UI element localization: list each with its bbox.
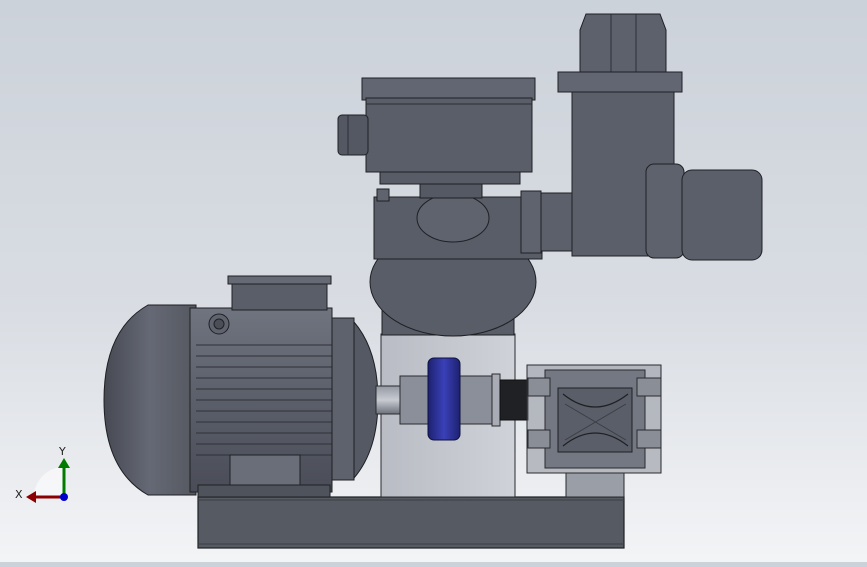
x-axis-label: X bbox=[15, 488, 23, 501]
pump-head[interactable] bbox=[526, 364, 662, 498]
base-plate[interactable] bbox=[197, 496, 625, 549]
control-box[interactable] bbox=[337, 77, 536, 199]
model-canvas[interactable]: Y X bbox=[0, 0, 867, 562]
flange-ring bbox=[491, 373, 529, 427]
coordinate-triad: Y X bbox=[15, 445, 70, 503]
lifting-eye-icon bbox=[208, 313, 230, 335]
y-axis-label: Y bbox=[58, 445, 66, 458]
z-axis-dot bbox=[60, 493, 68, 501]
gearbox-housing[interactable] bbox=[369, 188, 578, 337]
shaft-coupling[interactable] bbox=[427, 357, 461, 441]
cable-gland-icon bbox=[337, 114, 369, 156]
terminal-box[interactable] bbox=[227, 275, 332, 311]
elbow-pipe[interactable] bbox=[557, 13, 763, 261]
cad-viewport[interactable]: Y X bbox=[0, 0, 867, 562]
electric-motor[interactable] bbox=[103, 275, 379, 498]
